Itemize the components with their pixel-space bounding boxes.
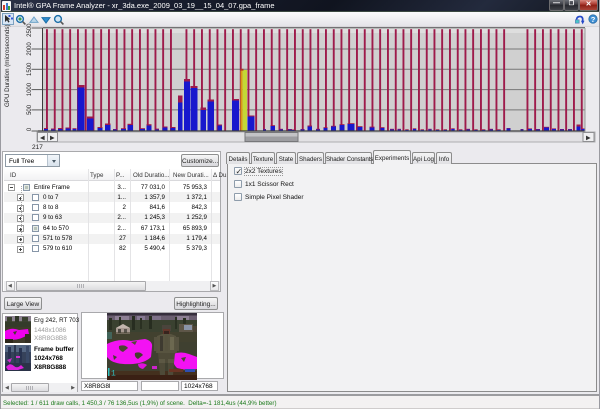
svg-text:0: 0 [27,127,33,131]
svg-text:1: 1 [111,370,116,379]
svg-text:▶: ▶ [586,136,591,142]
svg-text:GPU Duration (microseconds): GPU Duration (microseconds) [4,24,11,107]
svg-text:1000: 1000 [27,82,33,96]
svg-text:217: 217 [32,144,43,151]
svg-text:500: 500 [27,104,33,115]
svg-text:?: ? [591,15,596,24]
svg-text:◀: ◀ [40,136,45,142]
svg-text:2500: 2500 [27,23,33,37]
svg-text:2000: 2000 [27,42,33,56]
svg-text:1500: 1500 [27,62,33,76]
svg-text:▶: ▶ [50,136,55,142]
